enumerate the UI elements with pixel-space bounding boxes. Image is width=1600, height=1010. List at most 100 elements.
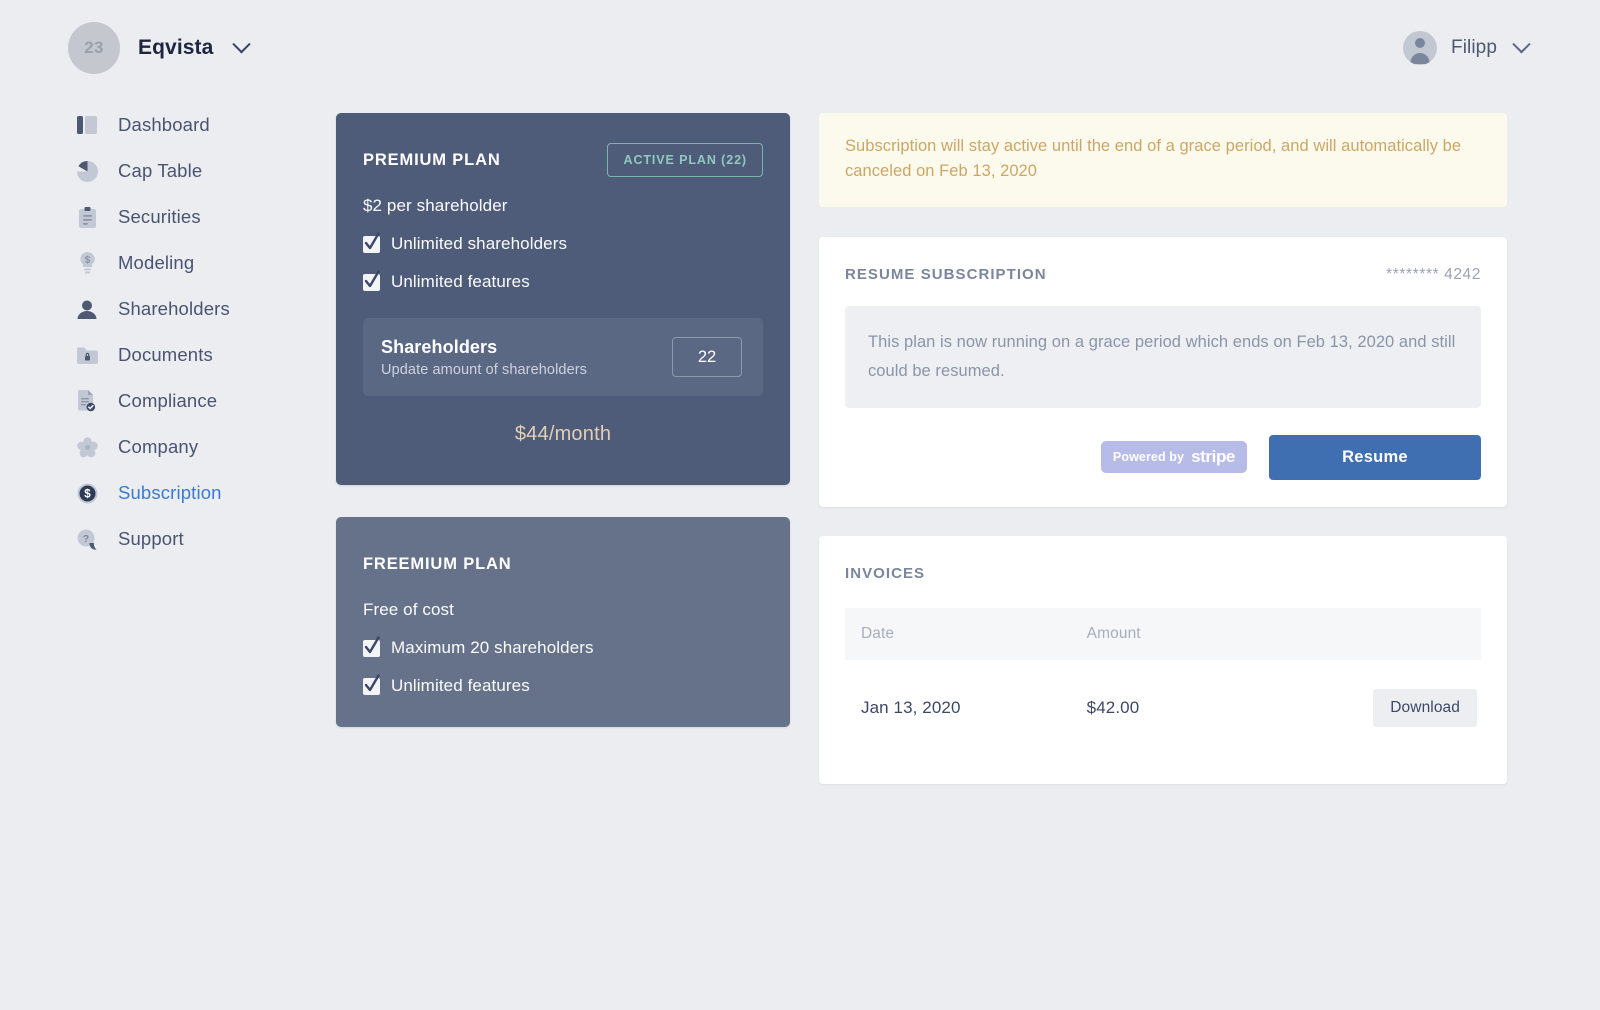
sidebar-item-shareholders[interactable]: Shareholders [76, 286, 336, 332]
freemium-plan-header: FREEMIUM PLAN [363, 547, 763, 581]
pie-chart-icon [76, 160, 98, 182]
column-header-date: Date [861, 624, 895, 642]
invoices-card: INVOICES Date Amount Jan 13, 2020 $42.00 [819, 535, 1507, 784]
resume-button[interactable]: Resume [1269, 434, 1481, 480]
chevron-down-icon [1512, 34, 1531, 53]
resume-card-title: RESUME SUBSCRIPTION [845, 266, 1047, 284]
stripe-wordmark: stripe [1191, 447, 1235, 467]
sidebar-item-label: Cap Table [118, 160, 203, 181]
question-chat-icon: ? [76, 528, 98, 550]
sidebar-item-label: Company [118, 436, 199, 457]
sidebar-item-support[interactable]: ? Support [76, 516, 336, 562]
sidebar-item-label: Shareholders [118, 298, 230, 319]
premium-feature-label: Unlimited shareholders [391, 234, 568, 253]
plans-column: PREMIUM PLAN ACTIVE PLAN (22) $2 per sha… [336, 113, 790, 784]
resume-info-text: This plan is now running on a grace peri… [845, 306, 1481, 408]
dashboard-icon [76, 114, 98, 136]
premium-plan-price-per: $2 per shareholder [363, 196, 508, 215]
premium-feature-label: Unlimited features [391, 272, 530, 291]
company-switcher[interactable]: 23 Eqvista [68, 22, 252, 74]
svg-text:?: ? [82, 533, 88, 545]
premium-plan-header: PREMIUM PLAN ACTIVE PLAN (22) [363, 143, 763, 177]
payment-card-mask: ******** 4242 [1386, 266, 1481, 284]
invoice-action-cell: Download [1354, 660, 1481, 754]
freemium-feature-item: Unlimited features [363, 673, 763, 696]
freemium-feature-item: Maximum 20 shareholders [363, 635, 763, 658]
resume-card-header: RESUME SUBSCRIPTION ******** 4242 [845, 266, 1481, 284]
sidebar-item-label: Dashboard [118, 114, 210, 135]
sidebar-item-label: Subscription [118, 482, 222, 503]
sidebar-item-documents[interactable]: Documents [76, 332, 336, 378]
freemium-plan-title: FREEMIUM PLAN [363, 554, 512, 573]
sidebar-item-modeling[interactable]: $ Modeling [76, 240, 336, 286]
resume-card-actions: Powered by stripe Resume [845, 434, 1481, 480]
grace-period-notice: Subscription will stay active until the … [819, 113, 1507, 208]
sidebar-item-dashboard[interactable]: Dashboard [76, 102, 336, 148]
invoice-date: Jan 13, 2020 [861, 697, 961, 717]
sidebar-item-subscription[interactable]: $ Subscription [76, 470, 336, 516]
freemium-plan-price-per: Free of cost [363, 600, 454, 619]
dollar-coin-icon: $ [76, 482, 98, 504]
download-invoice-button[interactable]: Download [1373, 688, 1477, 727]
table-row: Jan 13, 2020 $42.00 Download [845, 660, 1481, 754]
freemium-plan-card: FREEMIUM PLAN Free of cost Maximum 20 sh… [336, 517, 790, 727]
sidebar-item-label: Support [118, 528, 184, 549]
folder-lock-icon [76, 344, 98, 366]
premium-plan-card: PREMIUM PLAN ACTIVE PLAN (22) $2 per sha… [336, 113, 790, 485]
shareholders-update-row: Shareholders Update amount of shareholde… [363, 318, 763, 396]
main-content: PREMIUM PLAN ACTIVE PLAN (22) $2 per sha… [336, 113, 1600, 784]
subscription-page: 23 Eqvista Filipp Dashboard Cap Table Se… [0, 0, 1600, 1010]
checkbox-checked-icon [363, 269, 380, 291]
sidebar-item-label: Modeling [118, 252, 195, 273]
user-avatar-icon [1402, 31, 1437, 65]
checkbox-checked-icon [363, 635, 380, 657]
top-bar: 23 Eqvista Filipp [0, 0, 1600, 96]
sidebar-item-securities[interactable]: Securities [76, 194, 336, 240]
sidebar-item-label: Compliance [118, 390, 218, 411]
invoices-table-body: Jan 13, 2020 $42.00 Download [845, 660, 1481, 754]
sidebar-item-label: Securities [118, 206, 201, 227]
company-name: Eqvista [138, 36, 214, 59]
sidebar-item-label: Documents [118, 344, 213, 365]
column-header-amount: Amount [1086, 624, 1141, 642]
invoices-title: INVOICES [845, 564, 926, 582]
sidebar-item-company[interactable]: Company [76, 424, 336, 470]
freemium-feature-label: Unlimited features [391, 676, 530, 695]
chevron-down-icon [232, 34, 252, 53]
details-column: Subscription will stay active until the … [819, 113, 1507, 784]
company-avatar: 23 [68, 22, 120, 74]
column-header-actions [1354, 608, 1481, 660]
company-badge-count: 23 [84, 38, 104, 57]
premium-plan-total-price: $44/month [514, 423, 612, 445]
active-plan-badge[interactable]: ACTIVE PLAN (22) [606, 143, 763, 177]
checkbox-checked-icon [363, 673, 380, 695]
resume-subscription-card: RESUME SUBSCRIPTION ******** 4242 This p… [819, 237, 1507, 507]
sidebar-item-compliance[interactable]: Compliance [76, 378, 336, 424]
shareholders-count-input[interactable] [672, 337, 742, 377]
svg-text:$: $ [84, 488, 91, 500]
user-menu[interactable]: Filipp [1402, 31, 1531, 65]
premium-feature-item: Unlimited features [363, 269, 763, 292]
premium-feature-item: Unlimited shareholders [363, 231, 763, 254]
svg-text:$: $ [84, 255, 90, 266]
powered-by-stripe-badge[interactable]: Powered by stripe [1100, 441, 1247, 474]
person-icon [76, 298, 98, 320]
clipboard-icon [76, 206, 98, 228]
freemium-feature-label: Maximum 20 shareholders [391, 638, 594, 657]
shareholders-text-group: Shareholders Update amount of shareholde… [381, 337, 587, 378]
sidebar-item-cap-table[interactable]: Cap Table [76, 148, 336, 194]
stripe-prefix-label: Powered by [1112, 450, 1185, 465]
shareholders-description: Update amount of shareholders [381, 361, 588, 378]
lightbulb-dollar-icon: $ [76, 252, 98, 274]
shareholders-title: Shareholders [381, 336, 498, 357]
checkbox-checked-icon [363, 231, 380, 253]
invoice-amount: $42.00 [1086, 697, 1140, 717]
premium-plan-title: PREMIUM PLAN [363, 150, 501, 169]
document-check-icon [76, 390, 98, 412]
invoices-table-head: Date Amount [845, 607, 1481, 660]
flower-icon [76, 436, 98, 458]
user-name: Filipp [1450, 37, 1497, 58]
invoices-table: Date Amount Jan 13, 2020 $42.00 Download [845, 607, 1481, 754]
invoices-header-row: Date Amount [845, 607, 1481, 660]
sidebar: Dashboard Cap Table Securities $ Modelin… [0, 102, 336, 562]
